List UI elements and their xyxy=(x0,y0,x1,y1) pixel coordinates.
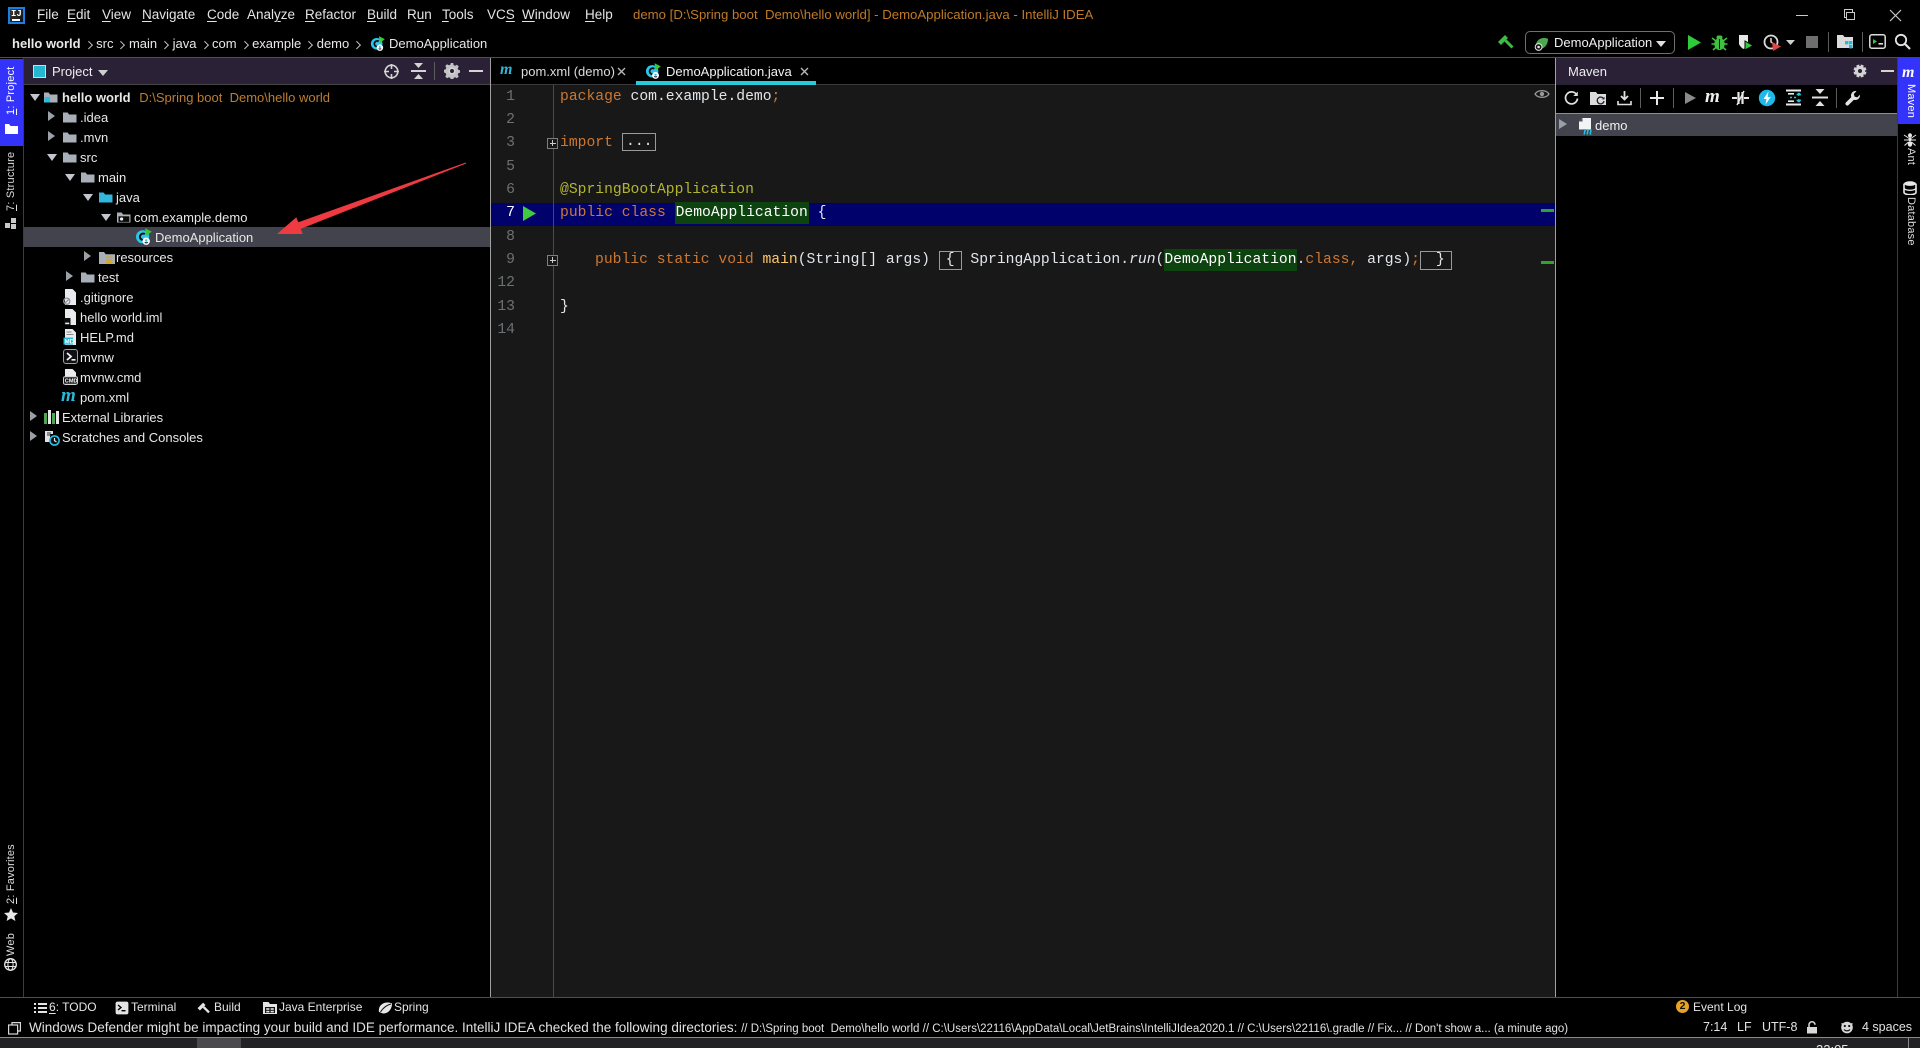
svg-text:m: m xyxy=(1583,126,1592,138)
